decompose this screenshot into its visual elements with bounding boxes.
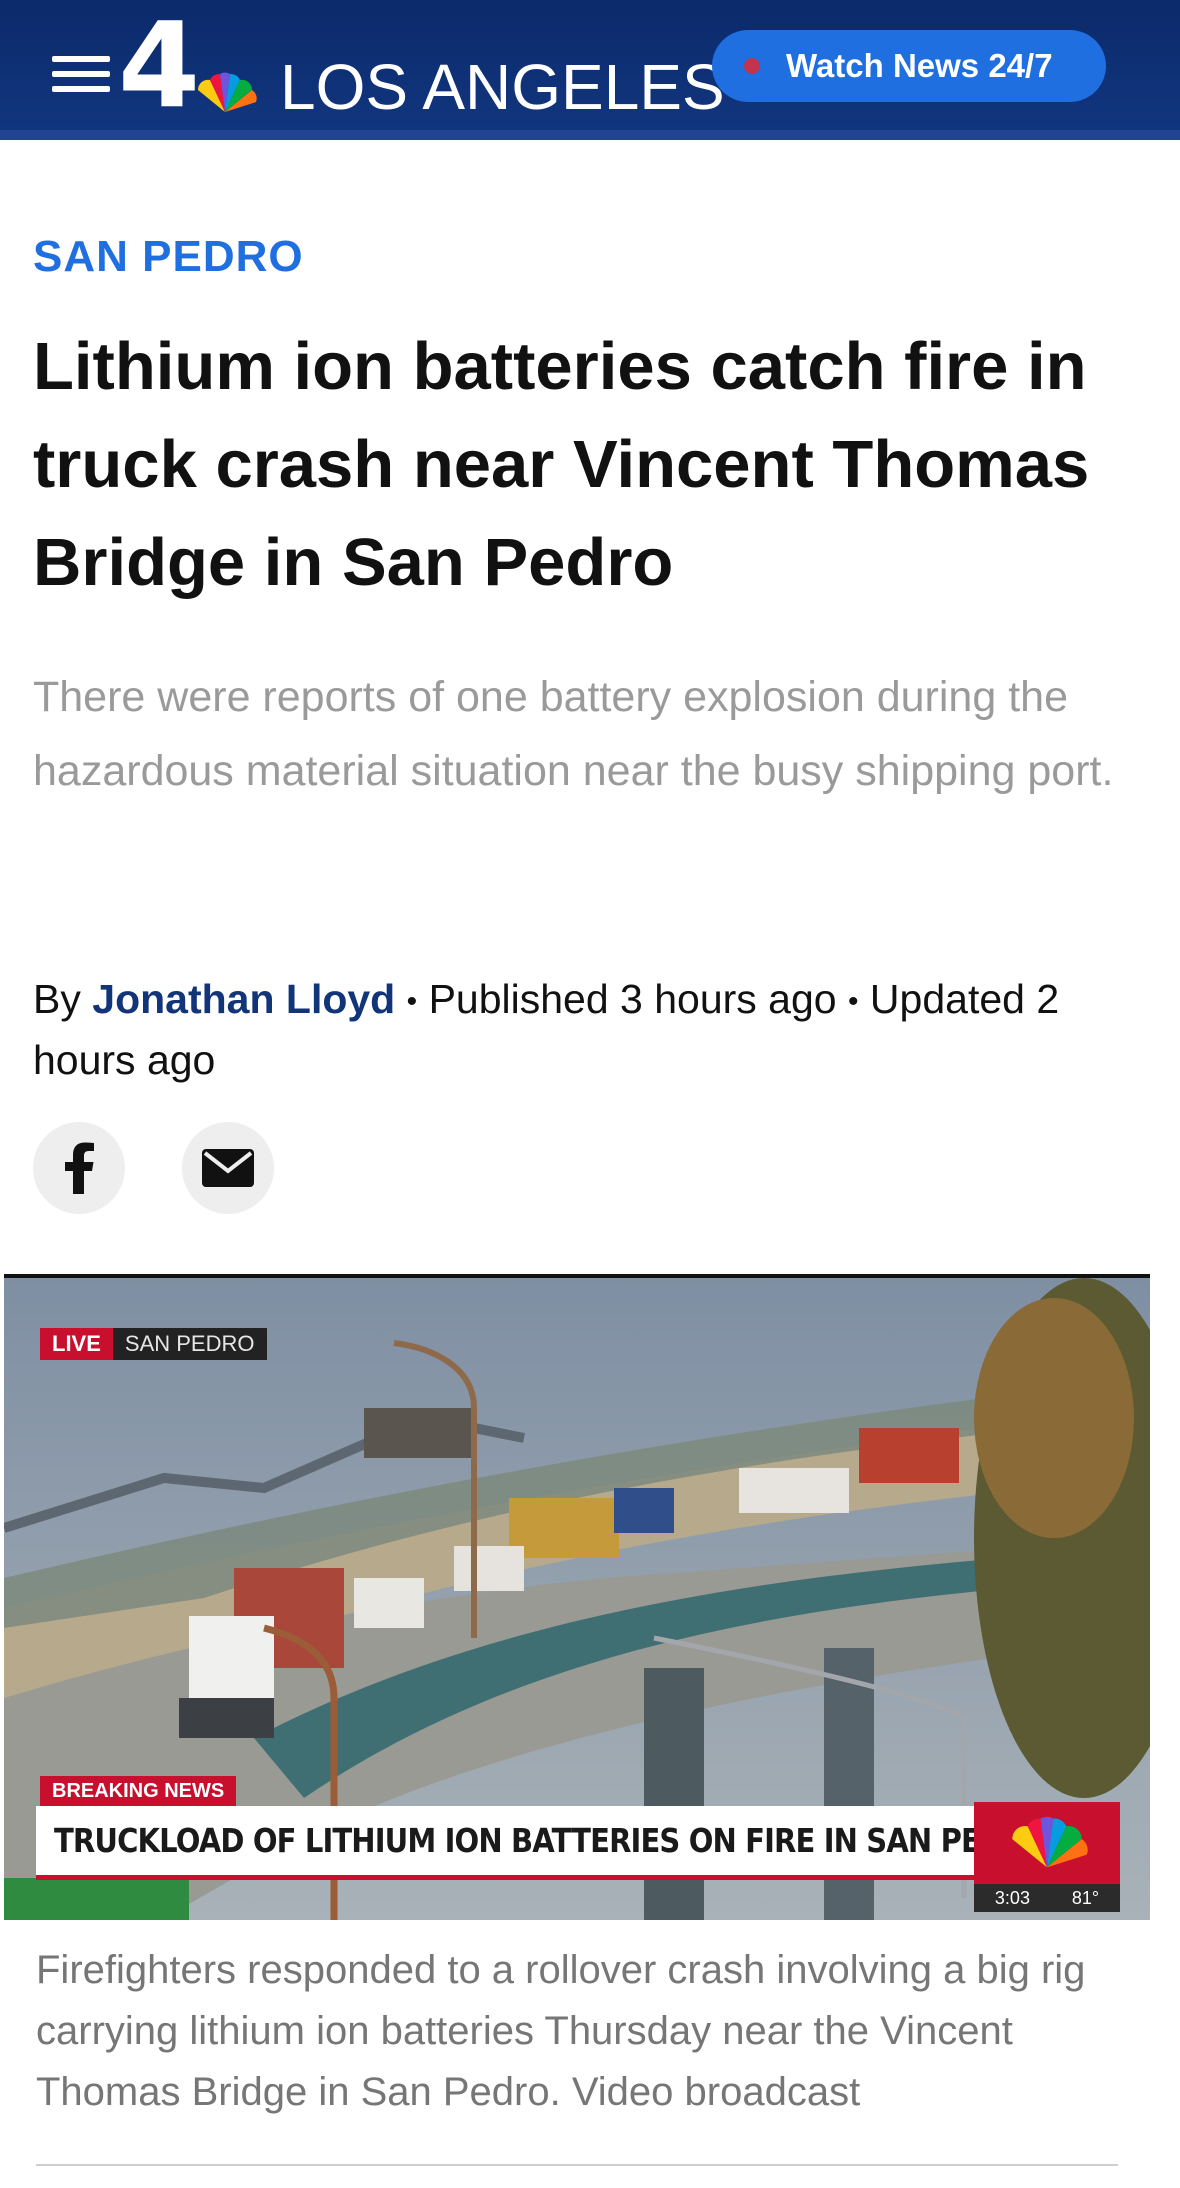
article-headline: Lithium ion batteries catch fire in truc…: [33, 329, 1090, 600]
hamburger-menu-icon[interactable]: [52, 56, 110, 94]
news-ticker: TRUCKLOAD OF LITHIUM ION BATTERIES ON FI…: [36, 1806, 1049, 1880]
video-caption: Firefighters responded to a rollover cra…: [36, 1948, 1086, 2114]
video-player[interactable]: LIVE SAN PEDRO BREAKING NEWS TRUCKLOAD O…: [4, 1274, 1150, 1920]
byline-separator: •: [406, 985, 418, 1019]
site-header: 4 LOS ANGELES Watch News 24/7: [0, 0, 1180, 140]
watch-news-button[interactable]: Watch News 24/7: [712, 30, 1106, 102]
caption-clip: [0, 2120, 1180, 2144]
live-badge: LIVE SAN PEDRO: [40, 1328, 267, 1360]
road-sign: [4, 1878, 189, 1920]
live-label: LIVE: [40, 1328, 113, 1360]
byline-separator: •: [848, 985, 859, 1019]
section-divider: [36, 2164, 1118, 2166]
byline-prefix: By: [33, 976, 81, 1022]
station-logo-text[interactable]: LOS ANGELES: [280, 52, 725, 122]
article-kicker[interactable]: SAN PEDRO: [33, 232, 304, 282]
live-location: SAN PEDRO: [112, 1328, 267, 1360]
nbc-peacock-icon: [197, 72, 257, 112]
breaking-news-label: BREAKING NEWS: [40, 1776, 237, 1807]
nbc-logo-box: [974, 1802, 1120, 1884]
article-dek: There were reports of one battery explos…: [33, 673, 1114, 795]
time-temperature-bar: 3:03 81°: [974, 1884, 1120, 1912]
facebook-share-button[interactable]: [33, 1122, 125, 1214]
header-divider: [0, 130, 1180, 140]
email-share-button[interactable]: [182, 1122, 274, 1214]
nbc-peacock-icon: [1012, 1816, 1088, 1868]
station-logo-number[interactable]: 4: [118, 6, 200, 124]
temperature: 81°: [1071, 1887, 1100, 1908]
ticker-text: TRUCKLOAD OF LITHIUM ION BATTERIES ON FI…: [54, 1821, 1049, 1860]
broadcast-time: 3:03: [994, 1887, 1030, 1908]
watch-news-label: Watch News 24/7: [786, 47, 1053, 84]
facebook-icon: [65, 1142, 94, 1194]
published-time: Published 3 hours ago: [428, 976, 837, 1022]
email-icon: [202, 1149, 254, 1187]
live-dot-icon: [744, 58, 760, 74]
byline: By Jonathan Lloyd • Published 3 hours ag…: [33, 970, 1153, 1089]
author-link[interactable]: Jonathan Lloyd: [92, 976, 395, 1022]
